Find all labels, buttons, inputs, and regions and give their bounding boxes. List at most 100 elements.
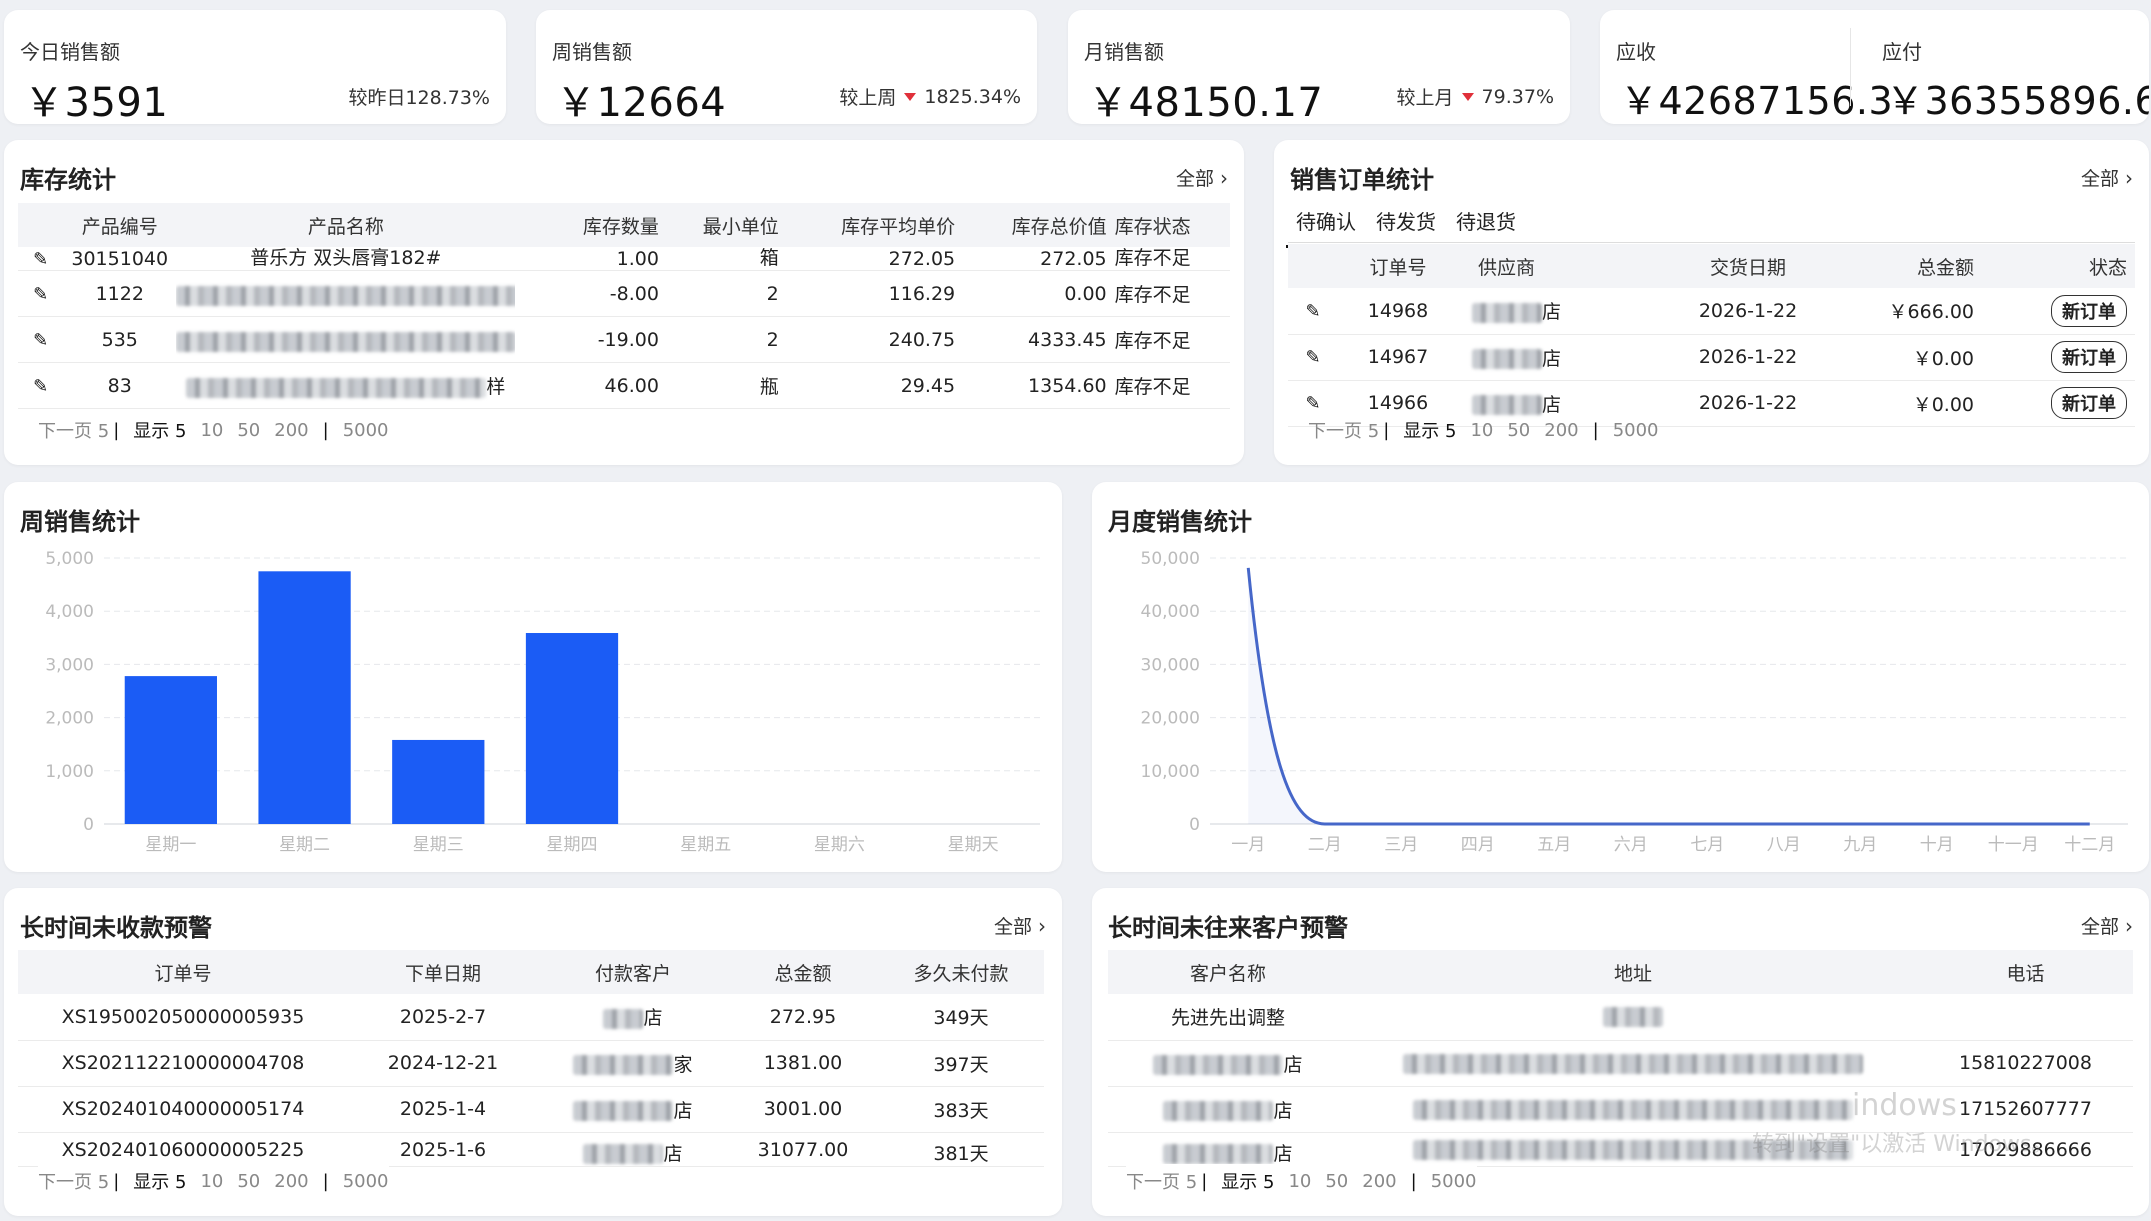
pager-opt-10[interactable]: 10 [1288, 1171, 1311, 1192]
table-row[interactable]: ✎ 535 管) -19.00 2 240.75 4333.45 库存不足 [18, 316, 1230, 363]
pager-opt-max[interactable]: 5000 [343, 1171, 389, 1192]
col-stock-qty: 库存数量 [515, 203, 667, 247]
cell-qty: 1.00 [616, 247, 659, 270]
kpi-month-compare-value: 79.37% [1481, 85, 1554, 108]
unpaid-header-row: 订单号 下单日期 付款客户 总金额 多久未付款 [18, 950, 1044, 994]
status-badge[interactable]: 新订单 [2051, 294, 2127, 327]
cell-avg: 29.45 [786, 362, 964, 409]
x-tick-label: 星期四 [547, 835, 598, 855]
col-total-amount: 总金额 [728, 950, 878, 994]
pager-show[interactable]: 显示 5 [1403, 417, 1456, 443]
status-badge[interactable]: 新订单 [2051, 387, 2127, 419]
unpaid-more-link[interactable]: 全部 › [994, 912, 1046, 939]
col-stock-status: 库存状态 [1114, 203, 1230, 247]
cell-order-date: 2025-2-7 [348, 994, 538, 1041]
cell-amount: 31077.00 [757, 1138, 849, 1161]
kpi-week-card: 周销售额 ￥12664 较上周 1825.34% [536, 10, 1037, 124]
pencil-icon[interactable]: ✎ [1305, 347, 1320, 368]
kpi-balance-card: 应收 ￥42687156.3 应付 ￥36355896.66 [1600, 10, 2149, 124]
pager-opt-50[interactable]: 50 [237, 420, 260, 441]
down-arrow-icon [904, 92, 917, 101]
table-row[interactable]: 店 15810227008 [1108, 1040, 2133, 1087]
pager-opt-200[interactable]: 200 [1544, 420, 1578, 441]
redacted-text [176, 331, 516, 352]
cell-amount: 1381.00 [728, 1040, 878, 1087]
pager-opt-50[interactable]: 50 [237, 1171, 260, 1192]
unpaid-table: 订单号 下单日期 付款客户 总金额 多久未付款 XS19500205000000… [18, 950, 1044, 1167]
pager-show[interactable]: 显示 5 [133, 1168, 186, 1194]
sales-order-more-link[interactable]: 全部 › [2081, 164, 2133, 191]
cell-phone [1918, 994, 2133, 1041]
inactive-more-label: 全部 [2080, 916, 2119, 938]
pencil-icon[interactable]: ✎ [33, 284, 48, 305]
weekly-bar-chart: 0 1,000 2,000 3,000 4,000 5,000 星期一 星期二 星期三 星期四 星期… [45, 549, 1040, 855]
watermark-line1: indows [1852, 1088, 1957, 1123]
pager-next[interactable]: 下一页 5 [38, 1168, 109, 1194]
redacted-text [1153, 1055, 1284, 1075]
cell-delivery-date: 2026-1-22 [1668, 288, 1828, 335]
pager-sep: | [322, 419, 329, 441]
redacted-text [186, 377, 487, 398]
pager-opt-200[interactable]: 200 [1362, 1171, 1396, 1192]
cell-qty: -8.00 [515, 270, 667, 317]
pager-opt-max[interactable]: 5000 [343, 420, 389, 441]
cell-order-id: 14967 [1338, 334, 1458, 381]
kpi-month-compare: 较上月 79.37% [1397, 83, 1554, 110]
series-line [1246, 567, 2090, 826]
cell-days: 397天 [878, 1040, 1044, 1087]
sales-order-pager: 下一页 5 | 显示 5 10 50 200 | 5000 [1308, 417, 1659, 443]
inventory-more-link[interactable]: 全部 › [1176, 164, 1228, 191]
inactive-more-link[interactable]: 全部 › [2081, 912, 2133, 939]
pencil-icon[interactable]: ✎ [1305, 301, 1320, 322]
table-row[interactable]: ✎ 1122 价) -8.00 2 116.29 0.00 库存不足 [18, 270, 1230, 317]
pager-opt-10[interactable]: 10 [200, 1171, 223, 1192]
table-row[interactable]: XS202401040000005174 2025-1-4 店 3001.00 … [18, 1086, 1044, 1133]
pager-opt-10[interactable]: 10 [200, 420, 223, 441]
status-badge[interactable]: 新订单 [2051, 341, 2127, 373]
pager-opt-200[interactable]: 200 [274, 1171, 308, 1192]
pager-opt-50[interactable]: 50 [1325, 1171, 1348, 1192]
pager-next[interactable]: 下一页 5 [1308, 417, 1379, 443]
table-row[interactable]: XS202401060000005225 2025-1-6 店 31077.00… [18, 1132, 1044, 1167]
pencil-icon[interactable]: ✎ [33, 376, 48, 397]
pencil-icon[interactable]: ✎ [1305, 393, 1320, 414]
table-row[interactable]: ✎ 14967 店 2026-1-22 ￥0.00 新订单 [1288, 334, 2135, 381]
col-phone: 电话 [1918, 950, 2133, 994]
table-row[interactable]: XS195002050000005935 2025-2-7 店 272.95 3… [18, 994, 1044, 1041]
pager-show[interactable]: 显示 5 [1221, 1168, 1274, 1194]
col-product-code: 产品编号 [63, 203, 177, 247]
pager-bar: | [1201, 1170, 1208, 1192]
table-row[interactable]: ✎ 14968 店 2026-1-22 ￥666.00 新订单 [1288, 288, 2135, 335]
table-row[interactable]: ✎ 83 样 46.00 瓶 29.45 1354.60 库存不足 [18, 362, 1230, 409]
table-row[interactable]: 先进先出调整 [1108, 994, 2133, 1041]
table-row[interactable]: ✎ 30151040 普乐方 双头唇膏182# 1.00 箱 272.05 27… [18, 247, 1230, 271]
pager-next[interactable]: 下一页 5 [38, 417, 109, 443]
pager-opt-max[interactable]: 5000 [1613, 420, 1659, 441]
cell-customer-suffix: 店 [663, 1142, 683, 1165]
kpi-week-compare: 较上周 1825.34% [839, 83, 1021, 110]
cell-order-id: XS202401060000005225 [61, 1138, 305, 1161]
monthly-chart-card: 月度销售统计 0 10,000 20,000 30,000 40,000 50,000 一月… [1092, 482, 2149, 872]
x-tick-label: 十一月 [1988, 835, 2039, 855]
pencil-icon[interactable]: ✎ [33, 330, 48, 351]
pager-opt-50[interactable]: 50 [1507, 420, 1530, 441]
inventory-table: 产品编号 产品名称 库存数量 最小单位 库存平均单价 库存总价值 库存状态 ✎ … [18, 203, 1230, 409]
col-pay-customer: 付款客户 [538, 950, 728, 994]
col-order-date: 下单日期 [348, 950, 538, 994]
pencil-icon[interactable]: ✎ [33, 249, 48, 270]
y-tick-label: 10,000 [1141, 762, 1200, 782]
pager-opt-200[interactable]: 200 [274, 420, 308, 441]
col-supplier: 供应商 [1458, 244, 1668, 288]
pager-opt-max[interactable]: 5000 [1431, 1171, 1477, 1192]
cell-supplier-suffix: 店 [1542, 393, 1562, 416]
y-tick-label: 0 [83, 815, 94, 835]
pager-opt-10[interactable]: 10 [1470, 420, 1493, 441]
pager-next[interactable]: 下一页 5 [1126, 1168, 1197, 1194]
table-row[interactable]: XS202112210000004708 2024-12-21 家 1381.0… [18, 1040, 1044, 1087]
cell-order-id: XS202401040000005174 [18, 1086, 348, 1133]
bar [124, 676, 217, 824]
pager-show[interactable]: 显示 5 [133, 417, 186, 443]
col-address: 地址 [1348, 950, 1918, 994]
kpi-receivable-value: ￥42687156.3 [1620, 79, 1894, 123]
cell-days: 349天 [878, 994, 1044, 1041]
